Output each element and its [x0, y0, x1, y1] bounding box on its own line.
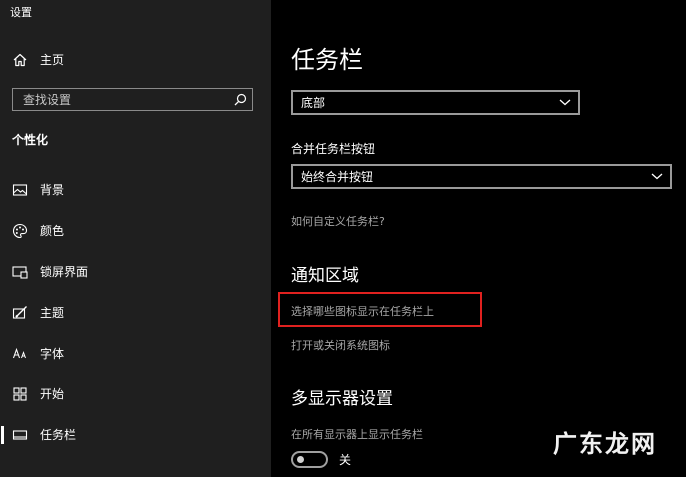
chevron-down-icon: [651, 171, 663, 181]
sidebar-item-start[interactable]: 开始: [0, 379, 271, 409]
page-title: 任务栏: [291, 46, 363, 74]
sidebar: 设置 主页 个性化: [0, 0, 271, 477]
sidebar-item-themes[interactable]: 主题: [0, 298, 271, 328]
picture-icon: [12, 182, 28, 198]
sidebar-item-fonts[interactable]: 字体: [0, 339, 271, 369]
customize-taskbar-link[interactable]: 如何自定义任务栏?: [291, 214, 385, 230]
search-icon[interactable]: [234, 93, 247, 106]
sidebar-item-background[interactable]: 背景: [0, 175, 271, 205]
sidebar-item-lock-screen[interactable]: 锁屏界面: [0, 257, 271, 287]
multi-display-title: 多显示器设置: [291, 389, 393, 409]
toggle-knob: [297, 456, 304, 463]
window-title: 设置: [10, 6, 32, 19]
watermark: 广东龙网: [553, 430, 657, 458]
notification-area-title: 通知区域: [291, 266, 359, 286]
sidebar-item-home[interactable]: 主页: [0, 48, 271, 74]
sidebar-item-label: 主页: [40, 53, 65, 67]
palette-icon: [12, 223, 28, 239]
search-box: [12, 88, 253, 111]
chevron-down-icon: [559, 97, 571, 107]
toggle-state-label: 关: [339, 453, 352, 467]
home-icon: [12, 52, 28, 68]
selection-indicator: [1, 426, 4, 444]
combine-buttons-dropdown[interactable]: 始终合并按钮: [291, 164, 672, 189]
taskbar-position-dropdown[interactable]: 底部: [291, 90, 580, 115]
sidebar-item-label: 字体: [40, 347, 65, 361]
sidebar-section-heading: 个性化: [12, 133, 49, 147]
taskbar-icon: [12, 427, 28, 443]
sidebar-item-label: 开始: [40, 387, 65, 401]
settings-window: 设置 主页 个性化: [0, 0, 686, 477]
multi-display-toggle[interactable]: [291, 451, 328, 468]
search-input[interactable]: [13, 89, 228, 110]
sidebar-item-label: 背景: [40, 183, 65, 197]
sidebar-item-label: 主题: [40, 306, 65, 320]
system-icons-link[interactable]: 打开或关闭系统图标: [291, 338, 390, 354]
sidebar-item-label: 锁屏界面: [40, 265, 89, 279]
theme-brush-icon: [12, 305, 28, 321]
multi-display-label: 在所有显示器上显示任务栏: [291, 428, 423, 441]
dropdown-value: 底部: [301, 96, 326, 110]
font-icon: [12, 346, 28, 362]
sidebar-item-colors[interactable]: 颜色: [0, 216, 271, 246]
start-icon: [12, 386, 28, 402]
highlight-box: [278, 292, 482, 327]
dropdown-value: 始终合并按钮: [301, 170, 374, 184]
main-panel: 任务栏 底部 合并任务栏按钮 始终合并按钮 如何自定义任务栏? 通知区域 选择哪…: [271, 0, 686, 477]
sidebar-item-label: 任务栏: [40, 428, 77, 442]
combine-buttons-label: 合并任务栏按钮: [291, 142, 376, 156]
lock-screen-icon: [12, 264, 28, 280]
sidebar-item-label: 颜色: [40, 224, 65, 238]
sidebar-item-taskbar[interactable]: 任务栏: [0, 420, 271, 450]
